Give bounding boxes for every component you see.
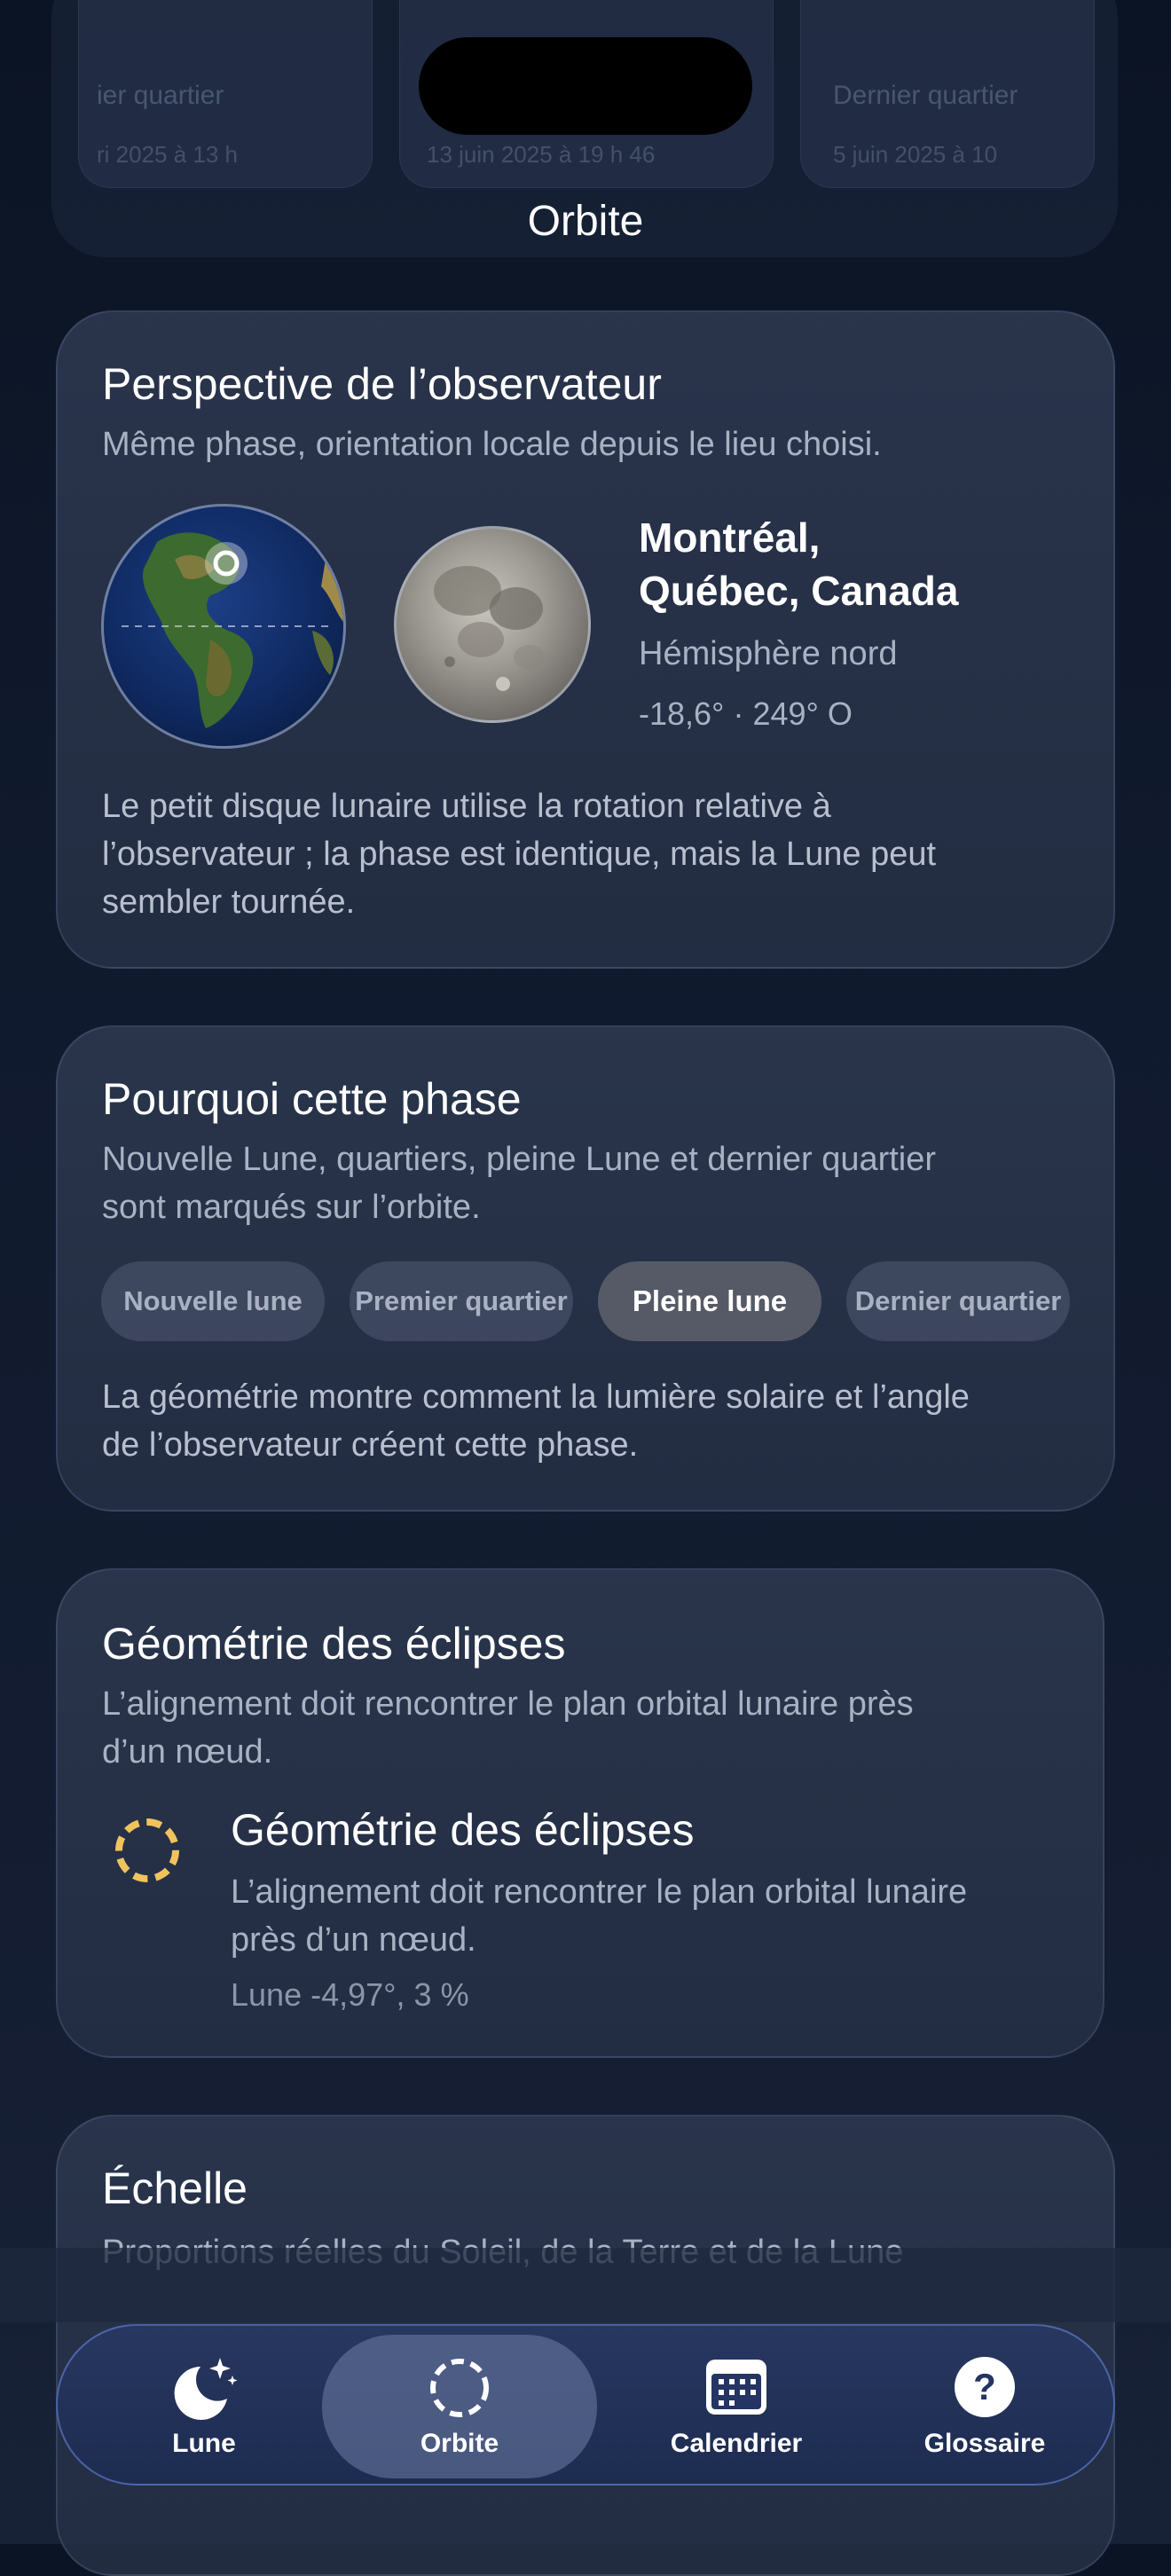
calendar-icon [706, 2360, 766, 2415]
quarter-card-date: 13 juin 2025 à 19 h 46 [427, 141, 656, 168]
tab-bar: Lune Orbite Calendrier ? Glossaire [56, 2324, 1115, 2486]
eclipse-item-description: L’alignement doit rencontrer le plan orb… [231, 1868, 967, 1964]
eclipse-item-value: Lune -4,97°, 3 % [231, 1976, 469, 2013]
dashed-circle-icon [430, 2359, 489, 2417]
description-line: près d’un nœud. [231, 1921, 476, 1959]
subtitle-line: L’alignement doit rencontrer le plan orb… [102, 1685, 914, 1723]
quarter-card-date: 5 juin 2025 à 10 [833, 141, 998, 168]
dashed-ring-icon [115, 1818, 179, 1882]
coordinates-label: -18,6° · 249° O [639, 695, 853, 732]
observer-card-title: Perspective de l’observateur [102, 359, 662, 409]
tabbar-blur-band [0, 2248, 1171, 2322]
tab-label: Calendrier [670, 2429, 803, 2458]
note-line: l’observateur ; la phase est identique, … [102, 836, 937, 873]
page-title: Orbite [527, 198, 644, 245]
phase-card-title: Pourquoi cette phase [102, 1074, 522, 1124]
tab-lune[interactable]: Lune [102, 2326, 306, 2487]
note-line: sembler tournée. [102, 884, 356, 921]
quarter-card-title: ier quartier [97, 81, 224, 110]
tab-calendrier[interactable]: Calendrier [617, 2326, 856, 2487]
moon-disc [394, 526, 591, 723]
dynamic-island [419, 37, 752, 135]
tab-label: Lune [172, 2429, 236, 2458]
subtitle-line: sont marqués sur l’orbite. [102, 1189, 481, 1226]
svg-text:?: ? [973, 2366, 996, 2407]
moon-stars-icon [174, 2358, 238, 2420]
eclipse-card-subtitle: L’alignement doit rencontrer le plan orb… [102, 1680, 914, 1776]
eclipse-item-title: Géométrie des éclipses [231, 1805, 695, 1855]
observer-card-subtitle: Même phase, orientation locale depuis le… [102, 426, 882, 463]
description-line: L’alignement doit rencontrer le plan orb… [231, 1873, 968, 1911]
tab-glossaire[interactable]: ? Glossaire [874, 2326, 1096, 2487]
quarter-card-date: ri 2025 à 13 h [97, 141, 239, 168]
tab-label: Orbite [420, 2429, 499, 2458]
observer-card-note: Le petit disque lunaire utilise la rotat… [102, 782, 936, 926]
subtitle-line: Nouvelle Lune, quartiers, pleine Lune et… [102, 1141, 937, 1178]
chip-full-moon[interactable]: Pleine lune [598, 1261, 821, 1341]
quarter-card[interactable]: Dernier quartier 5 juin 2025 à 10 [800, 0, 1095, 188]
quarter-card-title: Dernier quartier [833, 81, 1018, 110]
subtitle-line: d’un nœud. [102, 1733, 273, 1771]
note-line: Le petit disque lunaire utilise la rotat… [102, 788, 831, 825]
eclipse-card: Géométrie des éclipses L’alignement doit… [56, 1568, 1104, 2058]
phase-card-subtitle: Nouvelle Lune, quartiers, pleine Lune et… [102, 1135, 936, 1231]
tab-orbite[interactable]: Orbite [322, 2335, 597, 2478]
question-circle-icon: ? [955, 2357, 1015, 2417]
chip-new-moon[interactable]: Nouvelle lune [101, 1261, 325, 1341]
eclipse-card-title: Géométrie des éclipses [102, 1619, 566, 1669]
scale-card-title: Échelle [102, 2164, 248, 2213]
moon-surface-icon [434, 566, 546, 691]
quarter-card[interactable]: ier quartier ri 2025 à 13 h [78, 0, 373, 188]
hemisphere-label: Hémisphère nord [639, 635, 898, 672]
earth-map-icon [122, 532, 343, 728]
note-line: de l’observateur créent cette phase. [102, 1426, 639, 1464]
location-line: Québec, Canada [639, 568, 959, 614]
location-name: Montréal, Québec, Canada [639, 511, 958, 617]
note-line: La géométrie montre comment la lumière s… [102, 1378, 970, 1416]
phase-card-note: La géométrie montre comment la lumière s… [102, 1373, 970, 1469]
chip-last-quarter[interactable]: Dernier quartier [846, 1261, 1070, 1341]
location-line: Montréal, [639, 514, 821, 561]
tab-label: Glossaire [923, 2429, 1046, 2458]
earth-globe [101, 504, 346, 749]
chip-first-quarter[interactable]: Premier quartier [350, 1261, 573, 1341]
